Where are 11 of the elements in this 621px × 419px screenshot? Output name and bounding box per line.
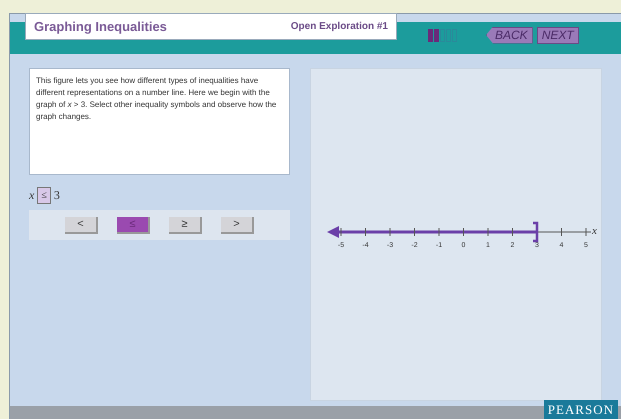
axis-label: x	[592, 224, 597, 236]
symbol-button[interactable]: ≥	[169, 216, 202, 234]
exploration-title: Open Exploration #1	[290, 20, 388, 34]
expression-variable: x	[29, 187, 34, 204]
description-text: This figure lets you see how different types of inequalities have different representations on a number line. Here we begin with the graph of x > 3. Select other inequality symbols and observe how the graph changes.	[36, 75, 278, 123]
symbol-button[interactable]: <	[65, 216, 98, 234]
pearson-logo: PEARSON	[544, 400, 618, 419]
symbol-button[interactable]: >	[221, 216, 254, 234]
expression-value: 3	[54, 187, 60, 204]
app-title: Graphing Inequalities	[34, 18, 167, 36]
expression-symbol: ≤	[37, 186, 51, 204]
